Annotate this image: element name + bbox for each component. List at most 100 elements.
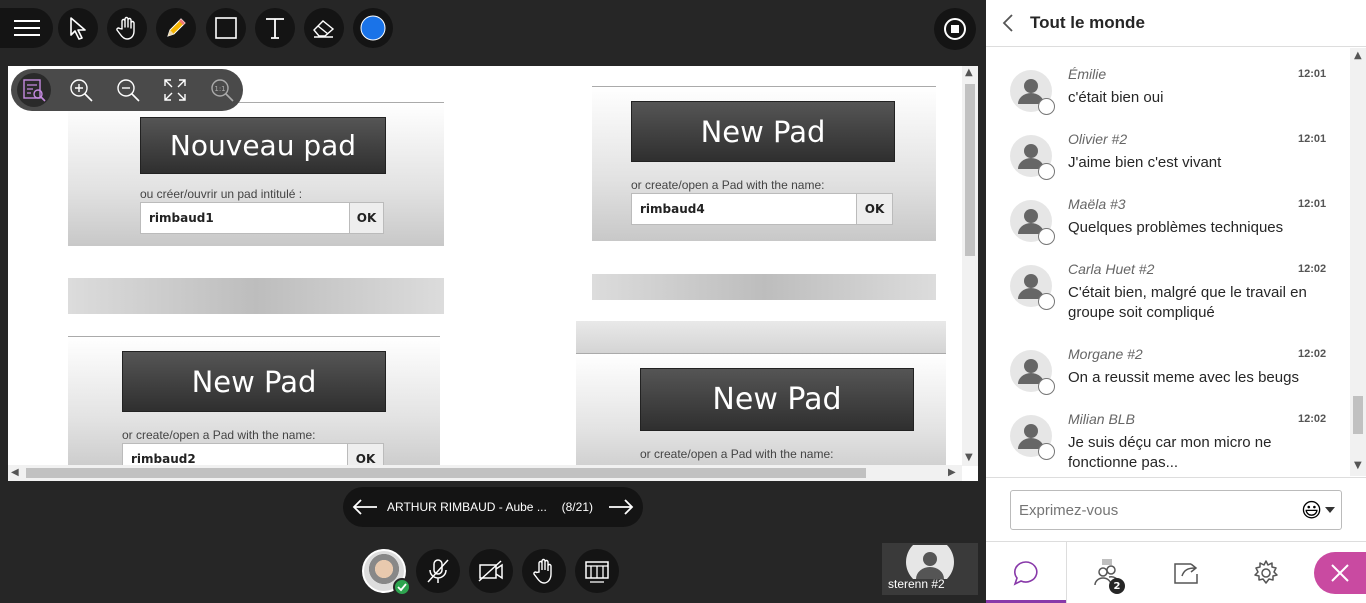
document-vertical-scrollbar[interactable]: ▲ ▼ (962, 66, 978, 466)
raise-hand-button[interactable] (522, 549, 566, 593)
next-slide-button[interactable] (599, 498, 643, 516)
close-panel-button[interactable] (1314, 552, 1366, 594)
chat-input[interactable] (1019, 501, 1295, 519)
pad-ok-button: OK (349, 202, 384, 234)
close-icon (1331, 564, 1349, 582)
chat-title: Tout le monde (1030, 13, 1145, 32)
guest-badge-icon (1038, 163, 1055, 180)
tab-settings[interactable] (1226, 542, 1306, 603)
pad-snapshot-4: New Pad or create/open a Pad with the na… (576, 353, 946, 481)
message-time: 12:01 (1298, 133, 1327, 145)
zoom-out-button[interactable] (111, 73, 145, 107)
collaborate-window: 1:1 Nouveau pad ou créer/ouvrir un pad i… (0, 0, 1366, 603)
slide-counter: (8/21) (561, 500, 593, 514)
emoji-picker-button[interactable]: 😃 (1295, 498, 1341, 522)
scroll-down-icon[interactable]: ▼ (1354, 460, 1362, 471)
share-content-icon (585, 561, 609, 583)
user-avatar-icon (906, 545, 954, 579)
shape-tool-button[interactable] (206, 8, 246, 48)
svg-text:1:1: 1:1 (214, 85, 225, 93)
microphone-button[interactable] (416, 549, 460, 593)
message-text: On a reussit meme avec les beugs (1068, 369, 1299, 386)
tab-share-content[interactable] (1146, 542, 1226, 603)
message-text: Quelques problèmes techniques (1068, 219, 1284, 236)
new-pad-button: New Pad (122, 351, 386, 412)
pad-hint: or create/open a Pad with the name: (631, 178, 825, 192)
message-time: 12:02 (1298, 348, 1327, 360)
share-content-button[interactable] (575, 549, 619, 593)
participant-video-tile[interactable]: sterenn #2 (882, 543, 978, 595)
chat-message-list[interactable]: Émilie 12:01 c'était bien oui Olivier #2… (986, 48, 1350, 476)
pad-snapshot-3: New Pad or create/open a Pad with the na… (68, 336, 440, 476)
scroll-left-icon[interactable]: ◀ (11, 467, 19, 478)
zoom-in-icon (70, 79, 93, 102)
back-button[interactable] (986, 0, 1030, 47)
camera-button[interactable] (469, 549, 513, 593)
message-author: Morgane #2 (1068, 346, 1143, 362)
guest-badge-icon (1038, 443, 1055, 460)
chat-bubble-icon (1013, 561, 1038, 586)
previous-slide-button[interactable] (343, 498, 387, 516)
chat-scroll-thumb[interactable] (1353, 396, 1363, 434)
message-author: Émilie (1068, 66, 1107, 82)
emoji-icon: 😃 (1301, 498, 1322, 522)
best-fit-icon (23, 79, 46, 102)
eraser-icon (313, 20, 335, 38)
pad-ok-button: OK (856, 193, 893, 225)
message-text: J'aime bien c'est vivant (1068, 154, 1222, 171)
pointer-icon (70, 17, 86, 40)
guest-badge-icon (1038, 228, 1055, 245)
pointer-tool-button[interactable] (58, 8, 98, 48)
fit-to-screen-button[interactable] (158, 73, 192, 107)
scroll-right-icon[interactable]: ▶ (948, 467, 956, 478)
color-picker-button[interactable] (353, 8, 393, 48)
menu-button[interactable] (0, 8, 53, 48)
camera-off-icon (478, 560, 503, 582)
message-author: Carla Huet #2 (1068, 261, 1155, 277)
scroll-up-icon[interactable]: ▲ (965, 67, 973, 78)
text-icon (266, 18, 284, 39)
menu-icon (13, 20, 40, 36)
rectangle-icon (215, 17, 237, 39)
pencil-tool-button[interactable] (156, 8, 196, 48)
eraser-tool-button[interactable] (304, 8, 344, 48)
pad-name-input: rimbaud1 (140, 202, 350, 234)
message-author: Olivier #2 (1068, 131, 1128, 147)
hand-icon (116, 16, 135, 40)
fit-to-screen-icon (164, 79, 186, 101)
pad-snapshot-2: New Pad or create/open a Pad with the na… (592, 86, 936, 241)
text-tool-button[interactable] (255, 8, 295, 48)
slide-navigator: ARTHUR RIMBAUD - Aube ... (8/21) (343, 487, 643, 527)
stop-share-button[interactable] (934, 8, 976, 50)
blurred-band (576, 321, 946, 353)
chevron-left-icon (1002, 14, 1013, 32)
message-text: C'était bien, malgré que le travail en g… (1068, 284, 1307, 321)
scroll-up-icon[interactable]: ▲ (1354, 50, 1362, 61)
hand-tool-button[interactable] (107, 8, 147, 48)
chat-scrollbar[interactable]: ▲ ▼ (1350, 48, 1366, 476)
color-icon (360, 15, 386, 41)
main-stage: 1:1 Nouveau pad ou créer/ouvrir un pad i… (0, 0, 986, 603)
scroll-down-icon[interactable]: ▼ (965, 452, 973, 463)
best-fit-button[interactable] (17, 73, 51, 107)
guest-badge-icon (1038, 98, 1055, 115)
horizontal-scroll-thumb[interactable] (26, 468, 866, 478)
vertical-scroll-thumb[interactable] (965, 84, 975, 256)
tab-chat[interactable] (986, 542, 1066, 603)
arrow-right-icon (609, 499, 634, 515)
pad-name-input: rimbaud4 (631, 193, 857, 225)
message-time: 12:02 (1298, 263, 1327, 275)
tab-attendees[interactable]: 2 (1066, 542, 1146, 603)
actual-size-button[interactable]: 1:1 (205, 73, 239, 107)
pad-hint: or create/open a Pad with the name: (640, 447, 834, 461)
zoom-in-button[interactable] (64, 73, 98, 107)
status-available-icon (393, 578, 411, 596)
pad-hint: or create/open a Pad with the name: (122, 428, 316, 442)
shared-document-viewer[interactable]: 1:1 Nouveau pad ou créer/ouvrir un pad i… (8, 66, 978, 481)
document-horizontal-scrollbar[interactable]: ◀ ▶ (8, 465, 962, 481)
attendee-count-badge: 2 (1109, 578, 1125, 594)
pad-hint: ou créer/ouvrir un pad intitulé : (140, 187, 303, 201)
stop-icon (944, 18, 966, 40)
message-time: 12:01 (1298, 198, 1327, 210)
new-pad-button: New Pad (640, 368, 914, 431)
